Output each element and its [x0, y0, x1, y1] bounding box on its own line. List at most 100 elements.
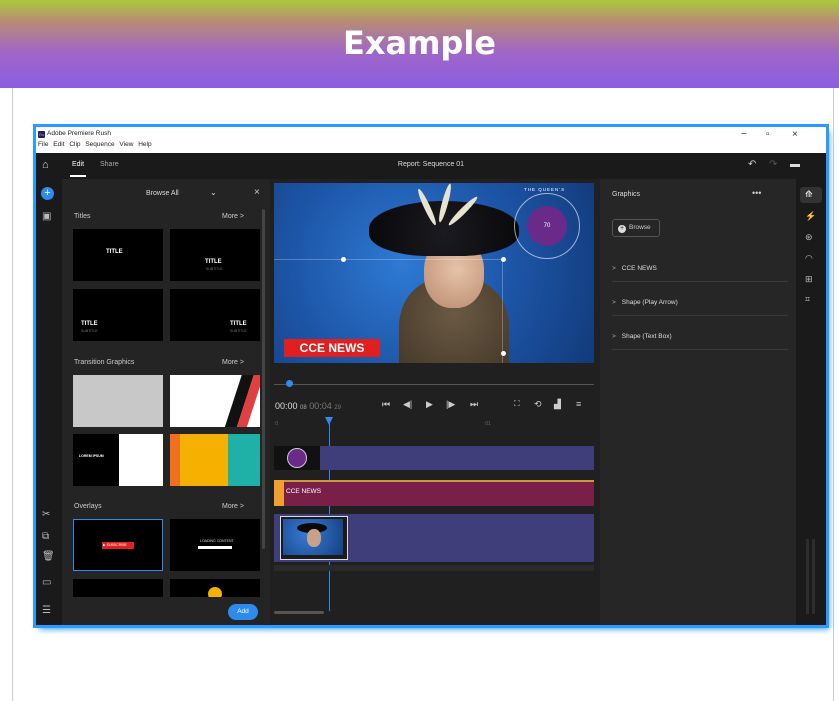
transition-template-2[interactable]: [170, 375, 260, 427]
undo-icon[interactable]: ↶: [748, 159, 756, 170]
duration-frames: 29: [334, 405, 341, 411]
property-row-text-box[interactable]: > Shape (Text Box): [612, 325, 788, 350]
premiere-rush-window: Ru Adobe Premiere Rush File Edit Clip Se…: [36, 127, 826, 625]
banner-title: Example: [342, 24, 496, 62]
thumb-subtitle: SUBTITLE: [230, 329, 247, 333]
speed-icon[interactable]: ◠: [805, 253, 813, 264]
video-preview[interactable]: 70 THE QUEEN'S CCE NEWS: [274, 183, 594, 363]
example-banner: Example: [0, 0, 839, 88]
emblem-thumbnail: [287, 448, 307, 468]
minimize-button[interactable]: −: [741, 129, 747, 140]
duplicate-icon[interactable]: ⧉: [42, 531, 49, 542]
volume-icon[interactable]: ▟: [554, 399, 561, 410]
browser-scrollbar[interactable]: [262, 209, 265, 549]
thumb-subtitle: SUBTITLE: [206, 267, 223, 271]
title-template-4[interactable]: TITLE SUBTITLE: [170, 289, 260, 341]
loop-icon[interactable]: ⟲: [534, 399, 542, 410]
transitions-icon[interactable]: ⚡: [805, 211, 816, 222]
transition-template-4[interactable]: [170, 434, 260, 486]
audio-meter-left: [806, 539, 809, 614]
redo-icon[interactable]: ↷: [769, 159, 777, 170]
overlay-subscribe-template[interactable]: ▶ SUBSCRIBE: [73, 519, 163, 571]
transitions-more-link[interactable]: More >: [222, 359, 244, 366]
title-clip-handle[interactable]: [274, 480, 284, 506]
chevron-down-icon[interactable]: ⌄: [210, 188, 217, 197]
browse-button[interactable]: + Browse: [612, 219, 660, 237]
panel-title: Graphics: [612, 191, 641, 198]
cce-news-badge[interactable]: CCE NEWS: [284, 339, 380, 357]
graphics-track[interactable]: [274, 446, 594, 470]
ruler-start-label: :0: [274, 421, 279, 427]
transform-handle[interactable]: [501, 257, 506, 262]
video-track[interactable]: [274, 514, 594, 562]
title-clip-label: CCE NEWS: [286, 488, 322, 495]
split-icon[interactable]: ✂: [42, 509, 50, 520]
fit-icon[interactable]: ⛶: [514, 399, 520, 409]
transition-template-3[interactable]: LOREM IPSUM: [73, 434, 163, 486]
track-icon[interactable]: ▭: [42, 577, 51, 588]
transform-icon[interactable]: ⌗: [805, 294, 810, 305]
restore-button[interactable]: ▫: [766, 129, 770, 140]
timeline-ruler[interactable]: :0 :01: [274, 419, 594, 429]
emblem-clip[interactable]: [274, 446, 320, 470]
go-to-start-icon[interactable]: ⏮: [382, 399, 390, 410]
loading-label: LOADING CONTENT: [200, 539, 234, 543]
feedback-icon[interactable]: ▬: [790, 159, 800, 170]
property-row-label: Shape (Play Arrow): [621, 299, 678, 306]
thumb-title: TITLE: [230, 321, 247, 327]
left-toolbar: + ▣ ✂ ⧉ 🗑 ▭ ☰: [36, 179, 62, 625]
menu-file[interactable]: File: [38, 141, 48, 148]
step-back-icon[interactable]: ◀︎|: [403, 399, 412, 410]
menu-clip[interactable]: Clip: [69, 141, 80, 148]
scrub-bar[interactable]: [274, 384, 594, 385]
current-time: 00:00: [275, 401, 298, 411]
property-row-cce-news[interactable]: > CCE NEWS: [612, 257, 788, 282]
overlays-more-link[interactable]: More >: [222, 503, 244, 510]
menu-edit[interactable]: Edit: [53, 141, 64, 148]
video-clip[interactable]: [280, 516, 348, 560]
add-media-button[interactable]: +: [41, 187, 54, 200]
menu-view[interactable]: View: [119, 141, 133, 148]
title-track[interactable]: CCE NEWS: [274, 480, 594, 506]
property-row-play-arrow[interactable]: > Shape (Play Arrow): [612, 291, 788, 316]
graphics-icon[interactable]: ⟰: [805, 189, 813, 200]
delete-icon[interactable]: 🗑: [42, 551, 55, 562]
timecode-display: 00:00 08 00:04 29: [275, 401, 341, 411]
thumb-title: TITLE: [205, 259, 222, 265]
timeline-scrollbar[interactable]: [274, 611, 324, 614]
title-template-2[interactable]: TITLE SUBTITLE: [170, 229, 260, 281]
play-icon[interactable]: ▶: [426, 399, 433, 410]
property-row-label: CCE NEWS: [621, 265, 657, 272]
titles-more-link[interactable]: More >: [222, 213, 244, 220]
transition-template-1[interactable]: [73, 375, 163, 427]
selection-guide: [274, 259, 502, 260]
browse-label: Browse: [629, 224, 651, 231]
close-icon[interactable]: ×: [254, 187, 260, 198]
close-window-button[interactable]: ×: [792, 129, 798, 140]
subscribe-label: ▶ SUBSCRIBE: [103, 543, 127, 547]
color-icon[interactable]: ⊛: [805, 232, 813, 243]
overlay-template-3[interactable]: [73, 579, 163, 597]
menu-bar: File Edit Clip Sequence View Help: [38, 141, 155, 148]
audio-icon[interactable]: ⊞: [805, 274, 813, 285]
overlay-loading-template[interactable]: LOADING CONTENT: [170, 519, 260, 571]
more-options-icon[interactable]: •••: [752, 188, 761, 198]
duration-time: 00:04: [309, 401, 332, 411]
transform-handle[interactable]: [341, 257, 346, 262]
step-forward-icon[interactable]: |▶︎: [446, 399, 455, 410]
browse-all-dropdown[interactable]: Browse All: [146, 190, 179, 197]
section-titles-label: Titles: [74, 213, 91, 220]
add-button[interactable]: Add: [228, 604, 258, 620]
archive-icon[interactable]: ▣: [42, 211, 51, 222]
overlay-template-4[interactable]: [170, 579, 260, 597]
menu-icon[interactable]: ≡: [576, 399, 581, 409]
audio-track[interactable]: [274, 565, 594, 571]
menu-help[interactable]: Help: [138, 141, 151, 148]
transform-handle[interactable]: [501, 351, 506, 356]
title-template-3[interactable]: TITLE SUBTITLE: [73, 289, 163, 341]
scrub-handle[interactable]: [286, 380, 293, 387]
title-template-1[interactable]: TITLE: [73, 229, 163, 281]
menu-sequence[interactable]: Sequence: [85, 141, 114, 148]
go-to-end-icon[interactable]: ⏭: [470, 399, 478, 410]
tracks-panel-icon[interactable]: ☰: [42, 605, 51, 616]
